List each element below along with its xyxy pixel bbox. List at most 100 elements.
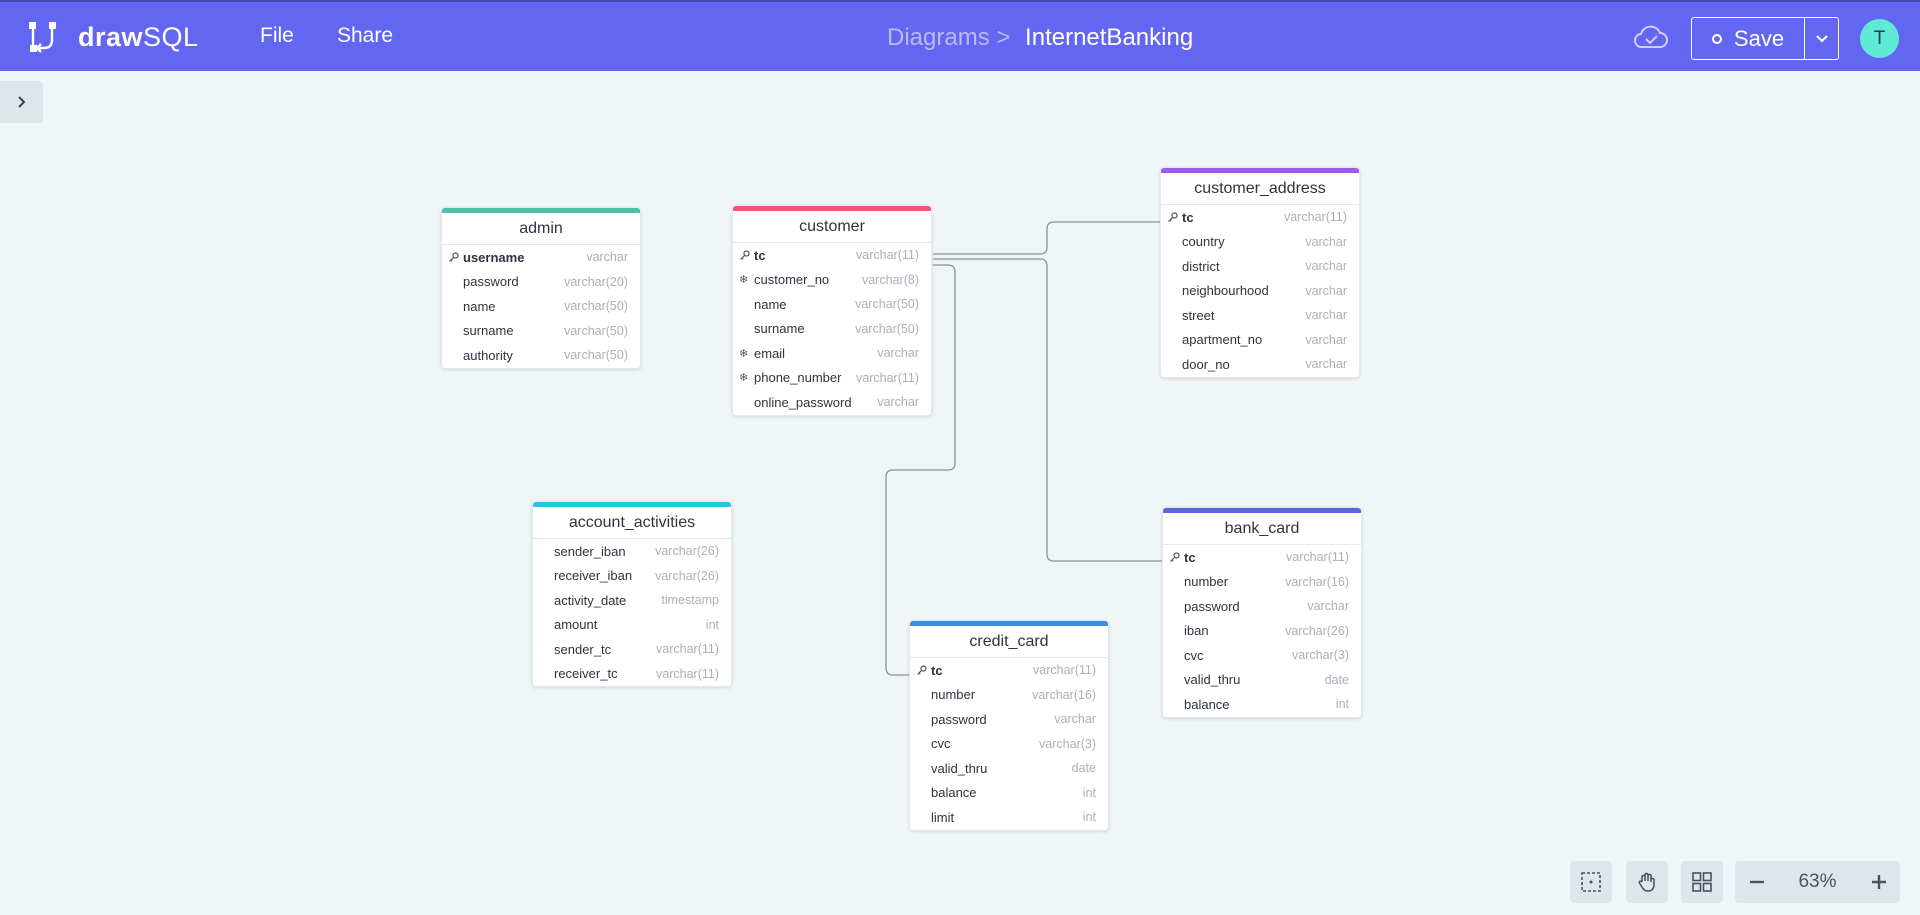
table-row[interactable]: street varchar xyxy=(1161,303,1359,328)
drawsql-logo[interactable]: drawSQL xyxy=(28,20,199,54)
cloud-saved-icon xyxy=(1634,25,1668,48)
table-row[interactable]: tc varchar(11) xyxy=(910,658,1108,683)
breadcrumb-diagrams-link[interactable]: Diagrams > xyxy=(887,24,1010,51)
table-row[interactable]: activity_date timestamp xyxy=(533,588,731,613)
grid-icon xyxy=(1692,872,1712,892)
table-row[interactable]: apartment_no varchar xyxy=(1161,328,1359,353)
column-type: varchar(8) xyxy=(862,272,919,287)
table-row[interactable]: ❄ phone_number varchar(11) xyxy=(733,366,931,391)
zoom-in-button[interactable] xyxy=(1857,861,1900,903)
table-row[interactable]: neighbourhood varchar xyxy=(1161,279,1359,304)
column-type: varchar(50) xyxy=(855,321,919,336)
column-name: online_password xyxy=(754,394,852,410)
zoom-out-button[interactable] xyxy=(1735,861,1778,903)
column-name: authority xyxy=(463,347,513,363)
save-options-dropdown[interactable] xyxy=(1805,17,1839,60)
column-type: varchar(3) xyxy=(1292,648,1349,663)
auto-arrange-button[interactable] xyxy=(1681,861,1723,903)
hand-icon xyxy=(1638,872,1655,892)
table-columns: sender_iban varchar(26) receiver_iban varch… xyxy=(533,539,731,686)
column-type: varchar(16) xyxy=(1032,687,1096,702)
table-row[interactable]: password varchar xyxy=(1163,594,1361,619)
table-bank-card[interactable]: bank_card tc varchar(11) number varchar(16)… xyxy=(1162,507,1362,718)
table-credit-card[interactable]: credit_card tc varchar(11) number varchar(1… xyxy=(909,620,1109,831)
column-name: surname xyxy=(754,321,805,337)
table-row[interactable]: receiver_tc varchar(11) xyxy=(533,662,731,687)
plus-icon xyxy=(1871,875,1886,889)
table-customer[interactable]: customer tc varchar(11) ❄ customer_no varcha… xyxy=(732,205,932,416)
share-menu[interactable]: Share xyxy=(337,24,393,48)
table-row[interactable]: cvc varchar(3) xyxy=(1163,643,1361,668)
column-type: date xyxy=(1324,672,1349,687)
column-type: varchar xyxy=(1305,259,1347,274)
table-row[interactable]: password varchar(20) xyxy=(442,270,640,295)
primary-key-icon xyxy=(916,665,931,676)
diagram-title[interactable]: InternetBanking xyxy=(1025,24,1193,51)
column-name: tc xyxy=(754,247,766,263)
table-row[interactable]: tc varchar(11) xyxy=(1163,545,1361,570)
table-row[interactable]: valid_thru date xyxy=(1163,668,1361,693)
table-row[interactable]: limit int xyxy=(910,805,1108,830)
zoom-controls: 63% xyxy=(1735,861,1900,903)
table-columns: tc varchar(11) number varchar(16) password va… xyxy=(1163,545,1361,717)
chevron-right-icon xyxy=(17,96,25,108)
table-row[interactable]: authority varchar(50) xyxy=(442,343,640,368)
table-row[interactable]: ❄ customer_no varchar(8) xyxy=(733,268,931,293)
save-button[interactable]: Save xyxy=(1691,17,1805,60)
pan-mode-button[interactable] xyxy=(1626,861,1668,903)
column-name: district xyxy=(1182,258,1220,274)
zoom-level[interactable]: 63% xyxy=(1778,871,1857,893)
table-row[interactable]: name varchar(50) xyxy=(733,292,931,317)
column-type: timestamp xyxy=(661,593,719,608)
column-name: receiver_tc xyxy=(554,666,618,682)
column-type: int xyxy=(1082,785,1096,800)
table-row[interactable]: sender_tc varchar(11) xyxy=(533,637,731,662)
column-name: name xyxy=(463,298,496,314)
column-name: limit xyxy=(931,809,955,825)
table-customer-address[interactable]: customer_address tc varchar(11) country var… xyxy=(1160,167,1360,378)
table-row[interactable]: country varchar xyxy=(1161,230,1359,255)
table-row[interactable]: name varchar(50) xyxy=(442,294,640,319)
table-row[interactable]: door_no varchar xyxy=(1161,352,1359,377)
table-row[interactable]: cvc varchar(3) xyxy=(910,732,1108,757)
table-row[interactable]: surname varchar(50) xyxy=(442,319,640,344)
column-name: customer_no xyxy=(754,272,830,288)
table-row[interactable]: sender_iban varchar(26) xyxy=(533,539,731,564)
table-row[interactable]: amount int xyxy=(533,613,731,638)
column-name: number xyxy=(931,687,976,703)
table-row[interactable]: iban varchar(26) xyxy=(1163,619,1361,644)
column-type: varchar(50) xyxy=(564,348,628,363)
table-row[interactable]: number varchar(16) xyxy=(1163,570,1361,595)
table-row[interactable]: tc varchar(11) xyxy=(1161,205,1359,230)
table-title: bank_card xyxy=(1163,513,1361,545)
table-row[interactable]: valid_thru date xyxy=(910,756,1108,781)
table-admin[interactable]: admin username varchar password varchar(20)… xyxy=(441,207,641,369)
sidebar-toggle-button[interactable] xyxy=(0,81,43,123)
table-columns: tc varchar(11) ❄ customer_no varchar(8) name v… xyxy=(733,243,931,415)
column-name: balance xyxy=(1184,696,1230,712)
minus-icon xyxy=(1749,880,1764,884)
table-row[interactable]: balance int xyxy=(910,781,1108,806)
table-row[interactable]: tc varchar(11) xyxy=(733,243,931,268)
table-row[interactable]: ❄ email varchar xyxy=(733,341,931,366)
minimap-toggle-button[interactable] xyxy=(1570,861,1612,903)
table-account-activities[interactable]: account_activities sender_iban varchar(26… xyxy=(532,501,732,687)
column-type: int xyxy=(705,617,719,632)
column-type: varchar xyxy=(1305,308,1347,323)
table-row[interactable]: receiver_iban varchar(26) xyxy=(533,564,731,589)
file-menu[interactable]: File xyxy=(260,24,294,48)
table-row[interactable]: balance int xyxy=(1163,692,1361,717)
save-label: Save xyxy=(1733,25,1785,51)
table-columns: username varchar password varchar(20) name va… xyxy=(442,245,640,368)
table-row[interactable]: username varchar xyxy=(442,245,640,270)
table-row[interactable]: surname varchar(50) xyxy=(733,317,931,342)
table-row[interactable]: password varchar xyxy=(910,707,1108,732)
column-name: number xyxy=(1184,574,1229,590)
user-avatar[interactable]: T xyxy=(1860,19,1899,58)
column-name: password xyxy=(463,274,519,290)
table-row[interactable]: online_password varchar xyxy=(733,390,931,415)
column-type: varchar xyxy=(586,250,628,265)
table-row[interactable]: number varchar(16) xyxy=(910,683,1108,708)
table-row[interactable]: district varchar xyxy=(1161,254,1359,279)
column-type: varchar xyxy=(1305,283,1347,298)
